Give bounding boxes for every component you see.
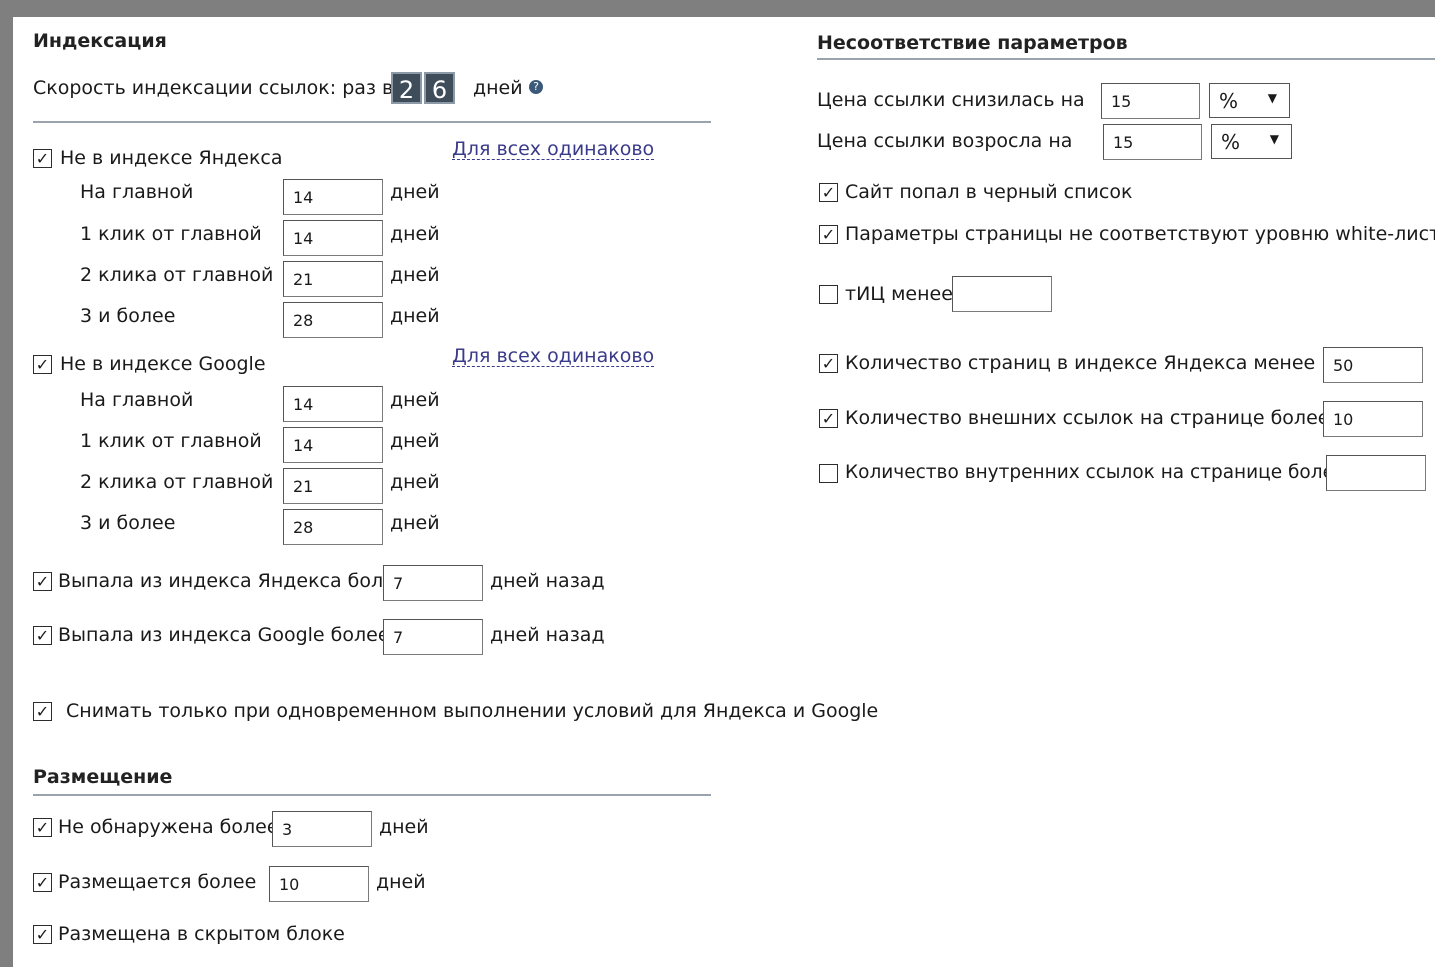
row-label: 2 клика от главной — [80, 264, 274, 286]
label-dropped-google: Выпала из индекса Google более — [58, 624, 390, 646]
unit-label: дней — [390, 389, 440, 411]
yandex-3plus-input[interactable]: 28 — [283, 302, 383, 338]
unit-label: дней — [376, 871, 426, 893]
price-up-input[interactable]: 15 — [1103, 124, 1202, 160]
yandex-1click-input[interactable]: 14 — [283, 220, 383, 256]
unit-label: дней — [390, 512, 440, 534]
divider — [33, 121, 711, 123]
price-down-unit-select[interactable]: % ▼ — [1209, 83, 1290, 118]
label-dropped-yandex: Выпала из индекса Яндекса более — [58, 570, 407, 592]
divider — [33, 794, 711, 796]
checkbox-google-index[interactable]: ✓ — [33, 355, 52, 374]
label-blacklist: Сайт попал в черный список — [845, 181, 1133, 203]
dropdown-arrow-icon: ▼ — [1269, 132, 1279, 146]
speed-digit-1[interactable]: 2 — [391, 72, 422, 104]
pages-yandex-input[interactable]: 50 — [1323, 347, 1423, 383]
unit-label: дней — [390, 471, 440, 493]
checkbox-not-found[interactable]: ✓ — [33, 818, 52, 837]
unit-label: дней — [390, 223, 440, 245]
label-yandex-index: Не в индексе Яндекса — [60, 147, 283, 169]
unit-label: дней назад — [490, 624, 605, 646]
dropped-google-input[interactable]: 7 — [383, 619, 483, 655]
label-internal-links: Количество внутренних ссылок на странице… — [845, 462, 1346, 483]
placed-more-input[interactable]: 10 — [269, 866, 369, 902]
section-title-placement: Размещение — [33, 766, 173, 788]
checkbox-placed-more[interactable]: ✓ — [33, 873, 52, 892]
row-label: На главной — [80, 181, 194, 203]
label-price-down: Цена ссылки снизилась на — [817, 89, 1085, 111]
select-value: % — [1219, 89, 1239, 113]
unit-label: дней — [390, 181, 440, 203]
link-same-for-all-google[interactable]: Для всех одинаково — [452, 346, 655, 367]
unit-label: дней назад — [490, 570, 605, 592]
label-external-links: Количество внешних ссылок на странице бо… — [845, 407, 1330, 429]
label-pages-yandex: Количество страниц в индексе Яндекса мен… — [845, 352, 1316, 374]
yandex-2click-input[interactable]: 21 — [283, 261, 383, 297]
window-frame-left — [0, 0, 13, 967]
divider — [817, 58, 1435, 60]
label-hidden-block: Размещена в скрытом блоке — [58, 923, 345, 945]
section-title-indexing: Индексация — [33, 30, 167, 52]
checkbox-hidden-block[interactable]: ✓ — [33, 925, 52, 944]
speed-digit-2[interactable]: 6 — [424, 72, 455, 104]
label-not-found: Не обнаружена более — [58, 816, 279, 838]
checkbox-simultaneous[interactable]: ✓ — [33, 702, 52, 721]
external-links-input[interactable]: 10 — [1323, 401, 1423, 437]
tic-input[interactable] — [952, 276, 1052, 312]
checkbox-whitelist[interactable]: ✓ — [819, 225, 838, 244]
row-label: 3 и более — [80, 512, 176, 534]
unit-label: дней — [390, 430, 440, 452]
unit-label: дней — [390, 305, 440, 327]
unit-label: дней — [390, 264, 440, 286]
row-label: 1 клик от главной — [80, 223, 262, 245]
label-simultaneous: Снимать только при одновременном выполне… — [66, 700, 879, 722]
checkbox-blacklist[interactable]: ✓ — [819, 183, 838, 202]
not-found-input[interactable]: 3 — [272, 811, 372, 847]
row-label: 3 и более — [80, 305, 176, 327]
indexing-speed-label: Скорость индексации ссылок: раз в — [33, 77, 394, 99]
section-title-mismatch: Несоответствие параметров — [817, 32, 1128, 54]
label-google-index: Не в индексе Google — [60, 353, 266, 375]
window-frame-top — [0, 0, 1435, 17]
price-up-unit-select[interactable]: % ▼ — [1211, 124, 1292, 159]
link-same-for-all-yandex[interactable]: Для всех одинаково — [452, 139, 655, 160]
google-2click-input[interactable]: 21 — [283, 468, 383, 504]
checkbox-internal-links[interactable] — [819, 464, 838, 483]
checkbox-yandex-index[interactable]: ✓ — [33, 149, 52, 168]
label-whitelist: Параметры страницы не соответствуют уров… — [845, 223, 1435, 245]
checkbox-external-links[interactable]: ✓ — [819, 409, 838, 428]
label-tic: тИЦ менее — [845, 283, 953, 305]
dropped-yandex-input[interactable]: 7 — [383, 565, 483, 601]
label-price-up: Цена ссылки возросла на — [817, 130, 1073, 152]
google-3plus-input[interactable]: 28 — [283, 509, 383, 545]
google-1click-input[interactable]: 14 — [283, 427, 383, 463]
checkbox-pages-yandex[interactable]: ✓ — [819, 354, 838, 373]
unit-label: дней — [379, 816, 429, 838]
internal-links-input[interactable] — [1326, 455, 1426, 491]
checkbox-dropped-google[interactable]: ✓ — [33, 626, 52, 645]
google-main-input[interactable]: 14 — [283, 386, 383, 422]
checkbox-dropped-yandex[interactable]: ✓ — [33, 572, 52, 591]
indexing-speed-unit: дней — [473, 77, 523, 99]
price-down-input[interactable]: 15 — [1101, 83, 1200, 119]
dropdown-arrow-icon: ▼ — [1267, 91, 1277, 105]
row-label: На главной — [80, 389, 194, 411]
row-label: 2 клика от главной — [80, 471, 274, 493]
help-icon[interactable]: ? — [529, 80, 543, 94]
row-label: 1 клик от главной — [80, 430, 262, 452]
label-placed-more: Размещается более — [58, 871, 257, 893]
yandex-main-input[interactable]: 14 — [283, 179, 383, 215]
select-value: % — [1221, 130, 1241, 154]
checkbox-tic[interactable] — [819, 285, 838, 304]
